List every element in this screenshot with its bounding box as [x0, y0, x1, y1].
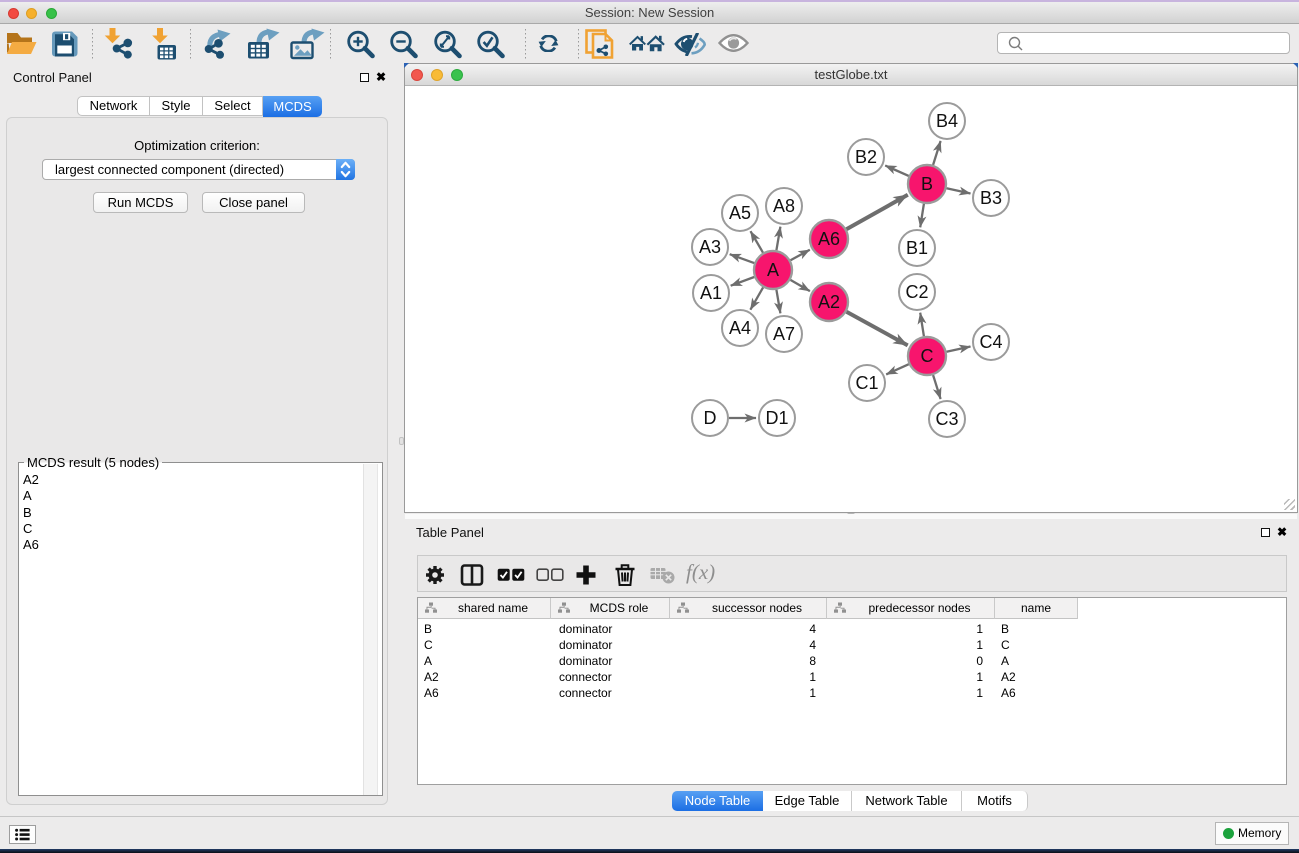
svg-text:C2: C2: [905, 282, 928, 302]
svg-text:C1: C1: [855, 373, 878, 393]
svg-text:A8: A8: [773, 196, 795, 216]
svg-text:A3: A3: [699, 237, 721, 257]
svg-text:A7: A7: [773, 324, 795, 344]
svg-text:B2: B2: [855, 147, 877, 167]
svg-text:C: C: [921, 346, 934, 366]
svg-text:A: A: [767, 260, 779, 280]
svg-text:A5: A5: [729, 203, 751, 223]
svg-text:C3: C3: [935, 409, 958, 429]
svg-text:D: D: [704, 408, 717, 428]
svg-text:A2: A2: [818, 292, 840, 312]
svg-text:A1: A1: [700, 283, 722, 303]
svg-text:A6: A6: [818, 229, 840, 249]
svg-text:A4: A4: [729, 318, 751, 338]
svg-text:B1: B1: [906, 238, 928, 258]
svg-text:C4: C4: [979, 332, 1002, 352]
svg-text:B3: B3: [980, 188, 1002, 208]
svg-text:B4: B4: [936, 111, 958, 131]
svg-text:D1: D1: [765, 408, 788, 428]
svg-text:B: B: [921, 174, 933, 194]
